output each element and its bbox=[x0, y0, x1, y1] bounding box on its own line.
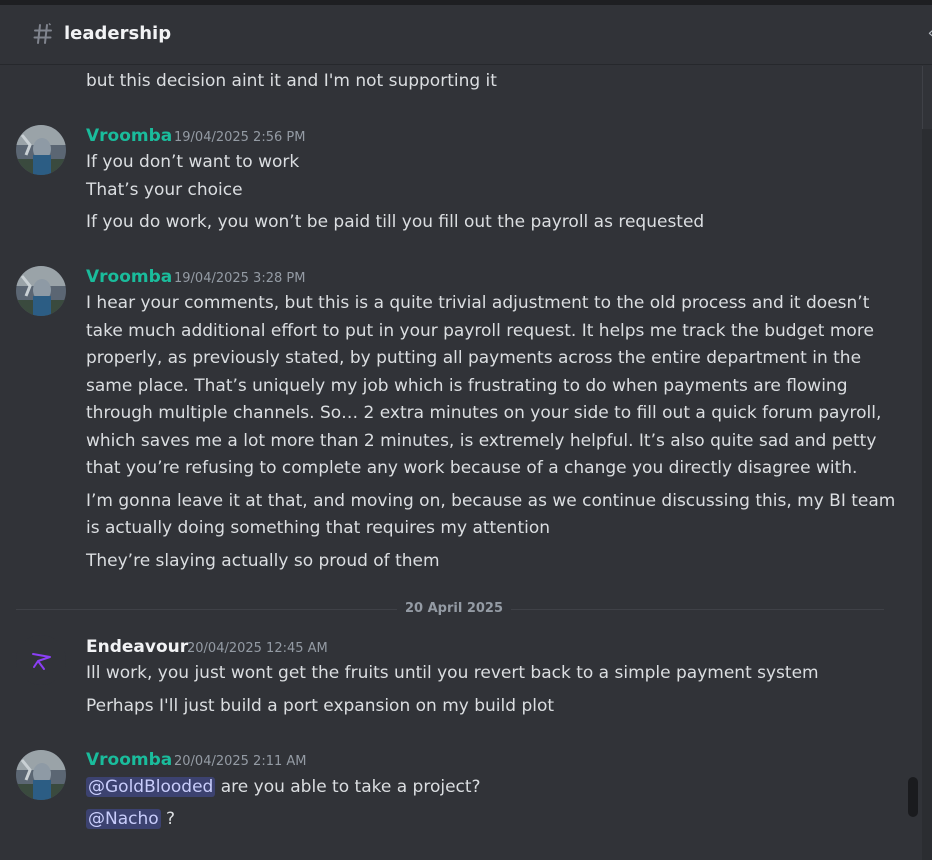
scrollbar-track[interactable] bbox=[922, 66, 932, 860]
scrollbar-top bbox=[922, 66, 932, 129]
message-line: That’s your choice bbox=[86, 180, 243, 200]
message-author[interactable]: Vroomba bbox=[86, 266, 172, 288]
hash-icon bbox=[33, 22, 52, 44]
message-line: but this decision aint it and I'm not su… bbox=[86, 71, 497, 91]
message-author[interactable]: Vroomba bbox=[86, 749, 172, 771]
message-line: I’m gonna leave it at that, and moving o… bbox=[86, 491, 896, 511]
message-line: If you do work, you won’t be paid till y… bbox=[86, 212, 705, 232]
chevron-left-icon[interactable]: ‹ bbox=[928, 23, 932, 42]
date-divider: 20 April 2025 bbox=[397, 600, 512, 618]
message-author[interactable]: Endeavour bbox=[86, 636, 188, 658]
avatar[interactable] bbox=[16, 266, 66, 316]
user-mention[interactable]: @Nacho bbox=[86, 809, 161, 829]
message-timestamp: 20/04/2025 12:45 AM bbox=[187, 641, 328, 656]
message-line: Perhaps I'll just build a port expansion… bbox=[86, 696, 555, 716]
message-timestamp: 20/04/2025 2:11 AM bbox=[174, 754, 307, 769]
message-timestamp: 19/04/2025 3:28 PM bbox=[174, 271, 306, 286]
message-line: which saves me a lot more than 2 minutes… bbox=[86, 431, 877, 451]
scrollbar-thumb[interactable] bbox=[908, 777, 918, 817]
message-line: is actually doing something that require… bbox=[86, 518, 551, 538]
message-line: that you’re refusing to complete any wor… bbox=[86, 458, 858, 478]
message-timestamp: 19/04/2025 2:56 PM bbox=[174, 130, 306, 145]
avatar[interactable] bbox=[16, 635, 66, 685]
user-mention[interactable]: @GoldBlooded bbox=[86, 777, 216, 797]
message-author[interactable]: Vroomba bbox=[86, 125, 172, 147]
message-line: They’re slaying actually so proud of the… bbox=[86, 551, 440, 571]
message-line: @GoldBlooded are you able to take a proj… bbox=[86, 774, 481, 802]
channel-header: leadership ‹ bbox=[0, 5, 932, 65]
message-line: through multiple channels. So… 2 extra m… bbox=[86, 403, 882, 423]
message-line: If you don’t want to work bbox=[86, 152, 300, 172]
message-line: take much additional effort to put in yo… bbox=[86, 321, 874, 341]
channel-name: leadership bbox=[64, 23, 172, 44]
message-text: ? bbox=[160, 809, 176, 829]
message-list: but this decision aint it and I'm not su… bbox=[0, 66, 922, 860]
paper-plane-icon bbox=[32, 653, 51, 670]
message-line: I hear your comments, but this is a quit… bbox=[86, 293, 870, 313]
message-text: are you able to take a project? bbox=[215, 777, 481, 797]
message-line: properly, as previously stated, by putti… bbox=[86, 348, 862, 368]
message-line: @Nacho ? bbox=[86, 806, 175, 834]
message-line: same place. That’s uniquely my job which… bbox=[86, 376, 848, 396]
avatar[interactable] bbox=[16, 125, 66, 175]
message-line: Ill work, you just wont get the fruits u… bbox=[86, 663, 819, 683]
avatar[interactable] bbox=[16, 750, 66, 800]
